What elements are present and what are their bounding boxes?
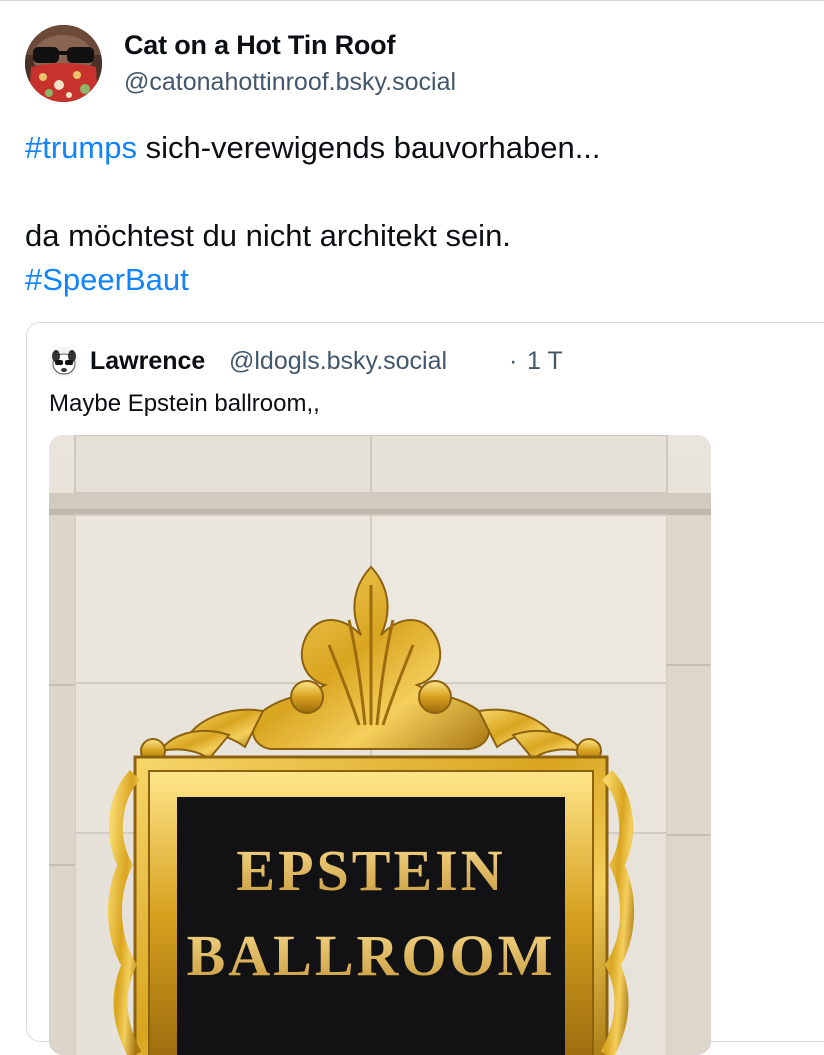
quoted-post-image[interactable]: EPSTEIN BALLROOM (49, 435, 711, 1055)
quoted-author-handle[interactable]: @ldogls.bsky.social (229, 347, 447, 376)
post-text-line-2: da möchtest du nicht architekt sein. (25, 218, 511, 253)
quoted-author-avatar[interactable] (49, 347, 79, 377)
post-text-line-1-rest: sich-verewigends bauvorhaben... (136, 130, 601, 165)
post-body: #trumps sich-verewigends bauvorhaben... … (25, 126, 805, 302)
author-display-name[interactable]: Cat on a Hot Tin Roof (124, 30, 395, 61)
quoted-author-display-name[interactable]: Lawrence (90, 347, 205, 376)
post-text-blank-line (25, 170, 805, 214)
post-card[interactable]: Cat on a Hot Tin Roof @catonahottinroof.… (0, 0, 824, 1055)
quoted-post-timestamp[interactable]: 1 T (527, 347, 563, 376)
sign-text-line-1: EPSTEIN (236, 838, 505, 903)
hashtag-speerbaut[interactable]: #SpeerBaut (25, 262, 189, 297)
author-handle[interactable]: @catonahottinroof.bsky.social (124, 68, 456, 97)
quoted-post-text: Maybe Epstein ballroom,, (49, 390, 320, 417)
post-text-line-1: #trumps sich-verewigends bauvorhaben... (25, 126, 805, 170)
timestamp-separator: · (509, 347, 518, 375)
hashtag-trumps[interactable]: #trumps (25, 130, 137, 165)
post-text-line-3: #SpeerBaut (25, 258, 805, 302)
quoted-post-card[interactable]: Lawrence @ldogls.bsky.social · 1 T Maybe… (26, 322, 824, 1055)
author-avatar[interactable] (25, 25, 102, 102)
sign-text-line-2: BALLROOM (187, 923, 556, 988)
